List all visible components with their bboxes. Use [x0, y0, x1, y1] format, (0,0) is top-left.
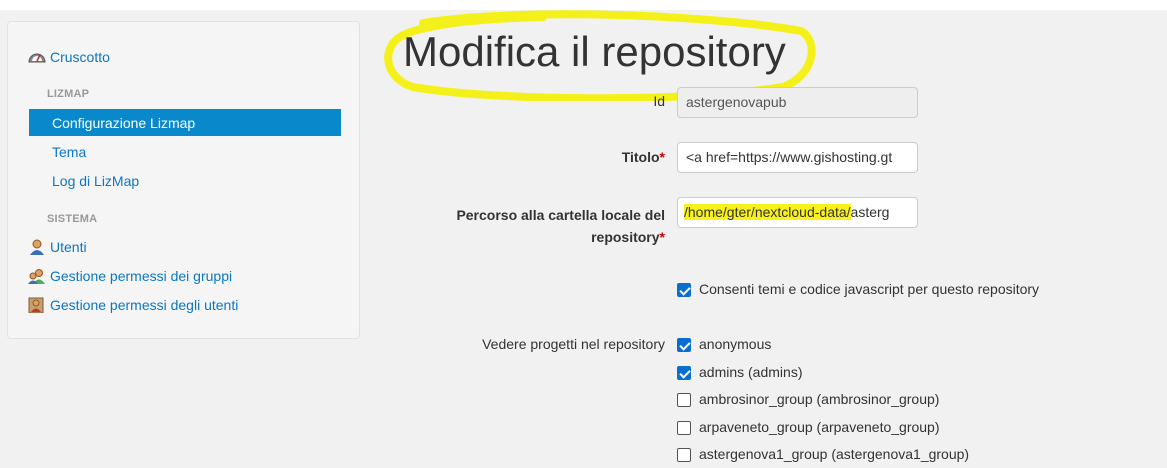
title-field[interactable]: <a href=https://www.gishosting.gt	[677, 142, 918, 173]
required-mark: *	[659, 229, 665, 245]
path-label: Percorso alla cartella locale del reposi…	[456, 207, 665, 245]
group-checkbox-astergenova1[interactable]	[677, 448, 691, 462]
allow-themes-label: Consenti temi e codice javascript per qu…	[699, 281, 1040, 297]
sidebar-item-gestione-permessi-utenti[interactable]: Gestione permessi degli utenti	[28, 292, 238, 318]
sidebar-item-tema[interactable]: Tema	[29, 138, 341, 165]
speedometer-icon	[28, 49, 46, 65]
title-label: Titolo*	[621, 149, 665, 165]
group-checkbox-ambrosinor[interactable]	[677, 393, 691, 407]
group-label: arpaveneto_group (arpaveneto_group)	[699, 419, 940, 435]
sidebar-item-configurazione-lizmap[interactable]: Configurazione Lizmap	[29, 109, 341, 136]
id-field: astergenovapub	[677, 87, 918, 118]
group-checkbox-arpaveneto[interactable]	[677, 421, 691, 435]
required-mark: *	[659, 149, 665, 165]
user-icon	[28, 239, 46, 255]
view-projects-label: Vedere progetti nel repository	[482, 336, 665, 352]
sidebar-item-utenti[interactable]: Utenti	[28, 234, 87, 260]
sidebar-item-label: Gestione permessi dei gruppi	[50, 268, 233, 284]
group-label: astergenova1_group (astergenova1_group)	[699, 446, 970, 462]
sidebar-item-label: Cruscotto	[50, 49, 110, 65]
group-checkbox-anonymous[interactable]	[677, 338, 691, 352]
sidebar-item-label: Utenti	[50, 239, 87, 255]
sidebar-item-dashboard[interactable]: Cruscotto	[28, 44, 110, 70]
sidebar-section-header-sistema: SISTEMA	[47, 213, 98, 225]
group-permissions-icon	[28, 268, 46, 284]
allow-themes-checkbox[interactable]	[677, 283, 691, 297]
id-label: Id	[653, 93, 665, 109]
group-label: admins (admins)	[699, 364, 803, 380]
sidebar: Cruscotto LIZMAP Configurazione Lizmap T…	[7, 21, 360, 339]
path-field[interactable]: /home/gter/nextcloud-data/asterg	[677, 197, 918, 228]
group-checkbox-admins[interactable]	[677, 366, 691, 380]
group-label: ambrosinor_group (ambrosinor_group)	[699, 391, 940, 407]
path-highlighted-part: /home/gter/nextcloud-data/	[684, 204, 851, 220]
sidebar-item-label: Gestione permessi degli utenti	[50, 297, 239, 313]
group-label: anonymous	[699, 336, 772, 352]
user-permissions-icon	[28, 297, 46, 314]
sidebar-item-gestione-permessi-gruppi[interactable]: Gestione permessi dei gruppi	[28, 263, 232, 289]
page-title: Modifica il repository	[403, 28, 786, 75]
sidebar-item-log-lizmap[interactable]: Log di LizMap	[29, 167, 341, 194]
sidebar-section-header-lizmap: LIZMAP	[47, 88, 90, 100]
